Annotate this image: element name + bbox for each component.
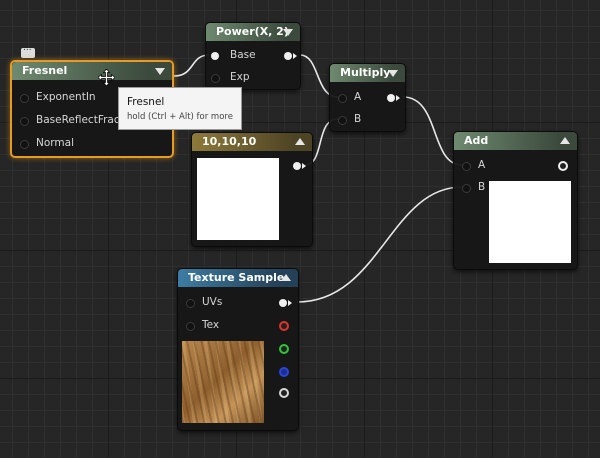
constant-title: 10,10,10 [202,135,257,148]
add-preview [489,181,571,263]
move-cursor-icon [98,69,115,86]
exponentin-pin-icon[interactable] [20,94,29,103]
add-header[interactable]: Add [454,132,577,150]
basereflectfraction-label: BaseReflectFractio [36,114,120,126]
texture-sample-title: Texture Sample [188,271,285,284]
constant-header[interactable]: 10,10,10 [192,133,312,151]
fresnel-header[interactable]: Fresnel [12,62,172,80]
expand-arrow-icon[interactable] [295,138,305,145]
multiply-header[interactable]: Multiply [330,64,405,82]
exp-pin-icon[interactable] [211,74,220,83]
power-title: Power(X, 2) [216,25,289,38]
wire-texture-to-add-b [296,186,463,303]
collapse-arrow-icon[interactable] [283,29,293,36]
add-b-pin-icon[interactable] [462,184,471,193]
fresnel-title: Fresnel [22,64,68,77]
power-node[interactable]: Power(X, 2) Base Exp [205,22,301,90]
tex-label: Tex [202,319,220,331]
wire-fresnel-to-power [173,54,210,77]
texture-sample-header[interactable]: Texture Sample [178,269,298,287]
basereflectfraction-pin-icon[interactable] [20,117,29,126]
red-output-pin-icon[interactable] [279,321,289,331]
expand-arrow-icon[interactable] [560,137,570,144]
uvs-label: UVs [202,296,223,308]
add-a-label: A [478,159,486,171]
multiply-node[interactable]: Multiply A B [329,63,406,132]
uvs-pin-icon[interactable] [186,299,195,308]
multiply-a-label: A [354,91,362,103]
multiply-title: Multiply [340,66,391,79]
normal-label: Normal [36,137,74,149]
material-graph-canvas[interactable]: Fresnel ExponentIn BaseReflectFractio No… [0,0,600,458]
base-label: Base [230,49,256,61]
wood-texture-preview [182,341,264,423]
texture-sample-node[interactable]: Texture Sample UVs Tex [177,268,299,431]
exponentin-label: ExponentIn [36,91,96,103]
add-a-pin-icon[interactable] [462,162,471,171]
blue-output-pin-icon[interactable] [279,367,289,377]
add-output-pin-icon[interactable] [558,161,568,171]
comment-bubble-icon[interactable] [21,43,35,58]
tooltip-hint: hold (Ctrl + Alt) for more [127,112,233,122]
fresnel-tooltip: Fresnel hold (Ctrl + Alt) for more [118,87,242,130]
tex-pin-icon[interactable] [186,322,195,331]
add-b-label: B [478,181,486,193]
multiply-b-label: B [354,113,362,125]
tooltip-title: Fresnel [127,96,165,108]
collapse-arrow-icon[interactable] [155,68,165,75]
alpha-output-pin-icon[interactable] [279,388,289,398]
exp-label: Exp [230,71,250,83]
green-output-pin-icon[interactable] [279,344,289,354]
add-title: Add [464,134,489,147]
multiply-a-pin-icon[interactable] [338,94,347,103]
constant-preview [197,158,279,240]
constant-vector-node[interactable]: 10,10,10 [191,132,313,247]
add-node[interactable]: Add A B [453,131,578,270]
power-header[interactable]: Power(X, 2) [206,23,300,41]
multiply-b-pin-icon[interactable] [338,116,347,125]
base-pin-icon[interactable] [211,52,219,60]
expand-arrow-icon[interactable] [281,274,291,281]
collapse-arrow-icon[interactable] [388,70,398,77]
normal-pin-icon[interactable] [20,140,29,149]
